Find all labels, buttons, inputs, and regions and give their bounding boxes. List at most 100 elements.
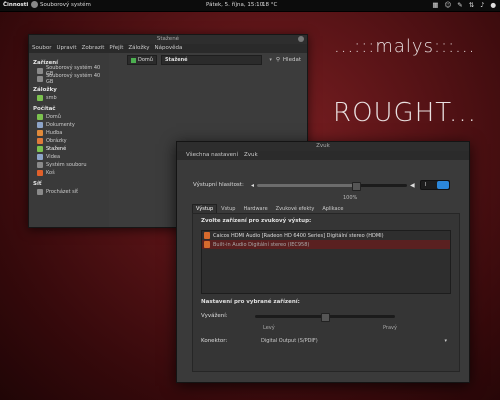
sound-breadcrumb[interactable]: Zvuk	[244, 151, 258, 160]
sidebar-item-music[interactable]: Hudba	[29, 129, 109, 137]
rought-text: ROUGHT...	[333, 98, 477, 128]
balance-row: Vyvážení:	[201, 311, 429, 322]
list-item[interactable]: Built-in Audio Digitální stereo (IEC958)	[202, 240, 450, 249]
connector-row: Konektor: Digital Output (S/PDIF) ▾	[201, 338, 451, 344]
volume-fill	[257, 183, 357, 187]
output-volume-slider[interactable]	[257, 181, 408, 191]
sound-toolbar: Všechna nastavení Zvuk	[177, 151, 469, 160]
sidebar: Zařízení Souborový systém 40 GB Souborov…	[29, 53, 109, 227]
sidebar-item-label: Souborový systém 40 GB	[46, 73, 101, 85]
folder-icon	[37, 95, 43, 101]
view-dropdown-icon[interactable]: ▾	[269, 57, 272, 63]
top-panel: Činnosti Souborový systém Pátek, 5. říjn…	[0, 0, 500, 12]
devices-header: Zvolte zařízení pro zvukový výstup:	[201, 218, 312, 224]
sound-titlebar[interactable]: Zvuk	[177, 142, 469, 151]
system-tray: ▦ ☺ ✎ ⇅ ♪ ●	[432, 1, 496, 9]
mute-toggle[interactable]: I	[419, 180, 450, 190]
network-icon[interactable]: ⇅	[469, 1, 474, 9]
volume-icon[interactable]: ♪	[480, 1, 484, 9]
search-button[interactable]: ⚲ Hledat	[276, 57, 301, 63]
tab-output[interactable]: Výstup	[192, 204, 218, 213]
breadcrumb-downloads[interactable]: Stažené	[160, 55, 263, 65]
sidebar-item-smb[interactable]: smb	[29, 94, 109, 102]
location-bar: Domů Stažené ▾ ⚲ Hledat	[109, 53, 307, 67]
music-icon	[37, 130, 43, 136]
file-manager-titlebar[interactable]: Stažené	[29, 35, 307, 44]
sidebar-item-label: Hudba	[46, 130, 63, 136]
connector-label: Konektor:	[201, 338, 228, 344]
downloads-icon	[37, 146, 43, 152]
list-item[interactable]: Caicos HDMI Audio [Radeon HD 6400 Series…	[202, 231, 450, 240]
breadcrumb-label: Domů	[138, 57, 153, 63]
balance-label: Vyvážení:	[201, 313, 228, 319]
clock[interactable]: Pátek, 5. října, 15:10	[206, 2, 263, 8]
weather-indicator[interactable]: 18 °C	[262, 2, 277, 8]
all-settings-button[interactable]: Všechna nastavení	[186, 151, 238, 160]
sidebar-item-label: Systém souboru	[46, 162, 87, 168]
volume-percent: 100%	[343, 195, 358, 201]
window-title: Zvuk	[316, 143, 330, 149]
close-icon[interactable]	[298, 36, 304, 42]
app-menu[interactable]: Souborový systém	[31, 1, 91, 8]
menu-napoveda[interactable]: Nápověda	[155, 44, 183, 53]
device-label: Built-in Audio Digitální stereo (IEC958)	[213, 241, 310, 248]
malys-text: ...:::malys:::...	[334, 36, 476, 57]
sidebar-item-label: Procházet síť	[46, 189, 79, 195]
connector-value: Digital Output (S/PDIF)	[261, 338, 318, 344]
chat-icon[interactable]: ✎	[457, 1, 462, 9]
menu-upravit[interactable]: Upravit	[56, 44, 76, 53]
sidebar-item-browse-network[interactable]: Procházet síť	[29, 188, 109, 196]
device-label: Caicos HDMI Audio [Radeon HD 6400 Series…	[213, 232, 384, 239]
output-volume-label: Výstupní hlasitost:	[193, 182, 244, 188]
sidebar-item-home[interactable]: Domů	[29, 113, 109, 121]
volume-knob[interactable]	[352, 181, 362, 191]
output-panel: Zvolte zařízení pro zvukový výstup: Caic…	[192, 213, 460, 372]
sidebar-item-downloads[interactable]: Stažené	[29, 145, 109, 153]
grid-icon[interactable]: ▦	[432, 1, 438, 9]
menubar: Soubor Upravit Zobrazit Přejít Záložky N…	[29, 44, 307, 53]
audio-device-icon	[204, 232, 210, 239]
balance-left-label: Levý	[263, 325, 275, 331]
activities-button[interactable]: Činnosti	[3, 2, 28, 8]
sidebar-header-bookmarks: Záložky	[33, 87, 57, 93]
menu-prejit[interactable]: Přejít	[109, 44, 123, 53]
volume-high-icon: ◀	[410, 181, 415, 189]
balance-right-label: Pravý	[383, 325, 397, 331]
sidebar-item-label: Obrázky	[46, 138, 67, 144]
menu-soubor[interactable]: Soubor	[32, 44, 51, 53]
window-title: Stažené	[156, 36, 180, 42]
documents-icon	[37, 122, 43, 128]
filesystem-icon	[31, 1, 38, 8]
sidebar-item-pictures[interactable]: Obrázky	[29, 137, 109, 145]
sidebar-item-fs2[interactable]: Souborový systém 40 GB	[29, 73, 109, 85]
sound-settings-window: Zvuk Všechna nastavení Zvuk Výstupní hla…	[176, 141, 470, 383]
menu-zalozky[interactable]: Záložky	[128, 44, 149, 53]
selected-settings-header: Nastavení pro vybrané zařízení:	[201, 299, 300, 305]
sidebar-item-label: smb	[46, 95, 57, 101]
search-label: Hledat	[282, 57, 301, 63]
volume-low-icon: ◂	[251, 181, 255, 189]
sidebar-item-documents[interactable]: Dokumenty	[29, 121, 109, 129]
connector-select[interactable]: Digital Output (S/PDIF) ▾	[261, 338, 451, 344]
breadcrumb-home[interactable]: Domů	[127, 55, 157, 65]
sidebar-item-filesystem[interactable]: Systém souboru	[29, 161, 109, 169]
menu-zobrazit[interactable]: Zobrazit	[82, 44, 105, 53]
balance-slider[interactable]	[255, 312, 395, 322]
app-menu-label: Souborový systém	[40, 1, 91, 8]
audio-device-icon	[204, 241, 210, 248]
toggle-state: I	[424, 182, 427, 188]
sidebar-header-computer: Počítač	[33, 106, 56, 112]
sidebar-item-videos[interactable]: Videa	[29, 153, 109, 161]
search-icon: ⚲	[275, 57, 280, 63]
home-icon	[37, 114, 43, 120]
sidebar-item-label: Stažené	[46, 146, 67, 152]
sidebar-item-label: Dokumenty	[46, 122, 75, 128]
drive-icon	[37, 68, 43, 74]
drive-icon	[37, 162, 43, 168]
balance-knob[interactable]	[321, 312, 330, 322]
chevron-down-icon: ▾	[444, 338, 447, 344]
people-icon[interactable]: ☺	[444, 1, 451, 9]
sidebar-item-trash[interactable]: Koš	[29, 169, 109, 177]
user-icon[interactable]: ●	[490, 1, 496, 9]
sidebar-item-label: Domů	[46, 114, 61, 120]
